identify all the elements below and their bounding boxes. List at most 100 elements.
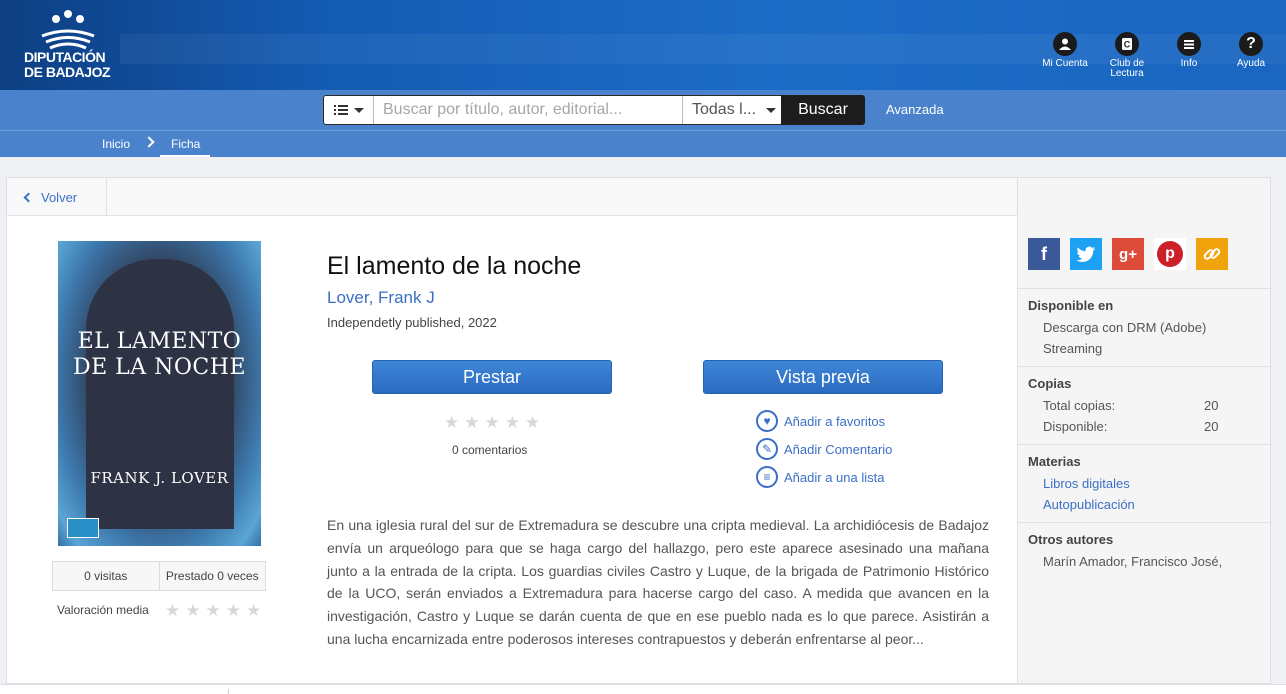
- other-authors-section: Otros autores Marín Amador, Francisco Jo…: [1018, 522, 1270, 581]
- chevron-left-icon: [23, 192, 34, 202]
- chevron-right-icon: [143, 136, 155, 148]
- nav-label: Ayuda: [1236, 58, 1266, 69]
- star-icon: ★: [246, 601, 262, 620]
- svg-text:C: C: [1124, 40, 1131, 50]
- section-title: Copias: [1028, 376, 1072, 391]
- star-icon: ★: [165, 601, 181, 620]
- search-bar: Buscar por título, autor, editorial... T…: [0, 90, 1286, 130]
- copies-section: Copias Total copias: 20 Disponible: 20: [1018, 366, 1270, 446]
- comment-icon: ✎: [756, 438, 778, 460]
- page-footer: [0, 684, 1286, 694]
- user-rating-stars[interactable]: ★ ★ ★ ★ ★: [444, 414, 540, 431]
- copy-link-icon[interactable]: [1196, 238, 1228, 270]
- search-scope-select[interactable]: Todas l...: [682, 96, 782, 124]
- book-description: En una iglesia rural del sur de Extremad…: [327, 517, 989, 647]
- site-header: DIPUTACIÓN DE BADAJOZ Mi Cuenta C Club d…: [0, 0, 1286, 90]
- footer-divider: [228, 689, 229, 694]
- logo-text-line1: DIPUTACIÓN: [24, 49, 106, 65]
- section-title: Materias: [1028, 454, 1081, 469]
- breadcrumb-home[interactable]: Inicio: [102, 137, 130, 151]
- logo-text-line2: DE BADAJOZ: [24, 64, 111, 80]
- nav-club-lectura[interactable]: C Club de Lectura: [1097, 32, 1157, 79]
- star-icon: ★: [205, 601, 221, 620]
- facebook-icon[interactable]: f: [1028, 238, 1060, 270]
- googleplus-icon[interactable]: g+: [1112, 238, 1144, 270]
- star-icon[interactable]: ★: [505, 414, 520, 431]
- list-add-icon: ≡: [756, 466, 778, 488]
- nav-label: Mi Cuenta: [1042, 58, 1088, 69]
- star-icon: ★: [225, 601, 241, 620]
- nav-label: Club de Lectura: [1109, 58, 1145, 79]
- star-icon[interactable]: ★: [525, 414, 540, 431]
- search-box: Buscar por título, autor, editorial... T…: [323, 95, 783, 125]
- nav-info[interactable]: Info: [1159, 32, 1219, 69]
- search-scope-value: Todas l...: [692, 101, 757, 118]
- search-button[interactable]: Buscar: [781, 95, 865, 125]
- available-copies-value: 20: [1204, 419, 1219, 434]
- logo-arcs: [41, 29, 95, 50]
- reading-club-icon: C: [1115, 32, 1139, 56]
- add-to-list-label: Añadir a una lista: [784, 469, 885, 485]
- total-copies-value: 20: [1204, 398, 1219, 413]
- add-comment-action[interactable]: ✎ Añadir Comentario: [756, 438, 892, 460]
- borrow-button[interactable]: Prestar: [372, 360, 612, 394]
- book-cover: EL LAMENTO DE LA NOCHE FRANK J. LOVER: [58, 241, 261, 546]
- subjects-section: Materias Libros digitales Autopublicació…: [1018, 444, 1270, 524]
- help-icon: ?: [1239, 32, 1263, 56]
- book-sidebar: f g+ p Disponible en Descarga con DRM (A…: [1018, 177, 1271, 684]
- comments-count[interactable]: 0 comentarios: [452, 443, 527, 457]
- subject-link[interactable]: Autopublicación: [1028, 494, 1260, 515]
- add-favorites-label: Añadir a favoritos: [784, 413, 886, 429]
- twitter-icon[interactable]: [1070, 238, 1102, 270]
- section-title: Otros autores: [1028, 532, 1114, 547]
- total-copies-row: Total copias: 20: [1028, 395, 1260, 416]
- publisher-logo: [67, 518, 99, 538]
- visits-count: 0 visitas: [84, 569, 128, 583]
- preview-button[interactable]: Vista previa: [703, 360, 943, 394]
- back-label: Volver: [41, 189, 78, 205]
- star-icon[interactable]: ★: [444, 414, 459, 431]
- book-author-link[interactable]: Lover, Frank J: [327, 288, 435, 308]
- total-copies-label: Total copias:: [1043, 398, 1116, 413]
- other-author-item: Marín Amador, Francisco José,: [1043, 554, 1223, 569]
- heart-icon: ♥: [756, 410, 778, 432]
- back-button[interactable]: Volver: [7, 178, 107, 216]
- menu-icon: [1177, 32, 1201, 56]
- book-publisher: Independetly published, 2022: [327, 315, 497, 330]
- average-rating-stars: ★ ★ ★ ★ ★: [165, 602, 261, 619]
- star-icon: ★: [185, 601, 201, 620]
- share-buttons: f g+ p: [1028, 238, 1228, 270]
- loans-count: Prestado 0 veces: [158, 562, 266, 590]
- search-type-dropdown[interactable]: [324, 96, 374, 124]
- available-formats-section: Disponible en Descarga con DRM (Adobe) S…: [1018, 288, 1270, 368]
- star-icon[interactable]: ★: [464, 414, 479, 431]
- breadcrumb-active-indicator: [160, 155, 210, 157]
- subject-link[interactable]: Libros digitales: [1028, 473, 1260, 494]
- average-rating-label: Valoración media: [57, 603, 149, 617]
- search-input[interactable]: Buscar por título, autor, editorial...: [383, 101, 622, 119]
- user-icon: [1053, 32, 1077, 56]
- nav-ayuda[interactable]: ? Ayuda: [1221, 32, 1281, 69]
- add-to-list-action[interactable]: ≡ Añadir a una lista: [756, 466, 884, 488]
- chevron-down-icon: [353, 107, 364, 113]
- available-copies-row: Disponible: 20: [1028, 416, 1260, 437]
- cover-author: FRANK J. LOVER: [90, 469, 229, 487]
- section-title: Disponible en: [1028, 298, 1114, 313]
- nav-label: Info: [1180, 58, 1198, 69]
- add-favorites-action[interactable]: ♥ Añadir a favoritos: [756, 410, 885, 432]
- add-comment-label: Añadir Comentario: [784, 441, 893, 457]
- list-icon: [333, 105, 348, 115]
- nav-mi-cuenta[interactable]: Mi Cuenta: [1035, 32, 1095, 69]
- available-copies-label: Disponible:: [1043, 419, 1108, 434]
- pinterest-icon[interactable]: p: [1154, 238, 1186, 270]
- detail-toolbar: Volver: [7, 178, 1017, 216]
- book-detail-card: Volver EL LAMENTO DE LA NOCHE FRANK J. LO…: [6, 177, 1018, 684]
- book-stats: 0 visitas Prestado 0 veces: [52, 561, 266, 591]
- breadcrumb-current: Ficha: [171, 137, 201, 151]
- advanced-search-link[interactable]: Avanzada: [886, 102, 944, 117]
- breadcrumb: Inicio Ficha: [0, 130, 1286, 157]
- site-logo[interactable]: DIPUTACIÓN DE BADAJOZ: [22, 10, 122, 80]
- star-icon[interactable]: ★: [485, 414, 500, 431]
- book-title: El lamento de la noche: [327, 252, 582, 280]
- format-item: Descarga con DRM (Adobe): [1043, 320, 1207, 335]
